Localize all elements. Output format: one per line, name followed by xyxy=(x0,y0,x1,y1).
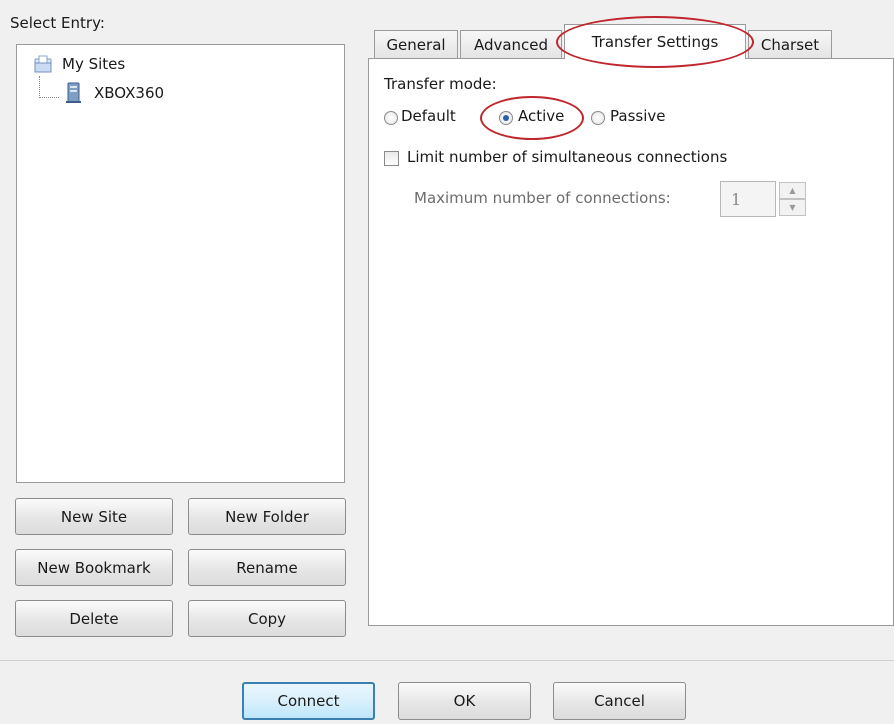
spin-down-icon[interactable]: ▼ xyxy=(779,199,806,216)
tab-charset[interactable]: Charset xyxy=(748,30,832,58)
transfer-settings-panel xyxy=(368,58,894,626)
limit-connections-label[interactable]: Limit number of simultaneous connections xyxy=(407,148,727,166)
radio-passive-label[interactable]: Passive xyxy=(610,107,665,125)
site-tree[interactable] xyxy=(16,44,345,483)
radio-default-label[interactable]: Default xyxy=(401,107,456,125)
max-connections-label: Maximum number of connections: xyxy=(414,189,671,207)
tree-connector xyxy=(39,97,59,98)
tree-item-xbox360[interactable]: XBOX360 xyxy=(94,84,164,102)
new-bookmark-button[interactable]: New Bookmark xyxy=(15,549,173,586)
spin-up-icon[interactable]: ▲ xyxy=(779,182,806,199)
tab-general[interactable]: General xyxy=(374,30,458,58)
rename-button[interactable]: Rename xyxy=(188,549,346,586)
server-icon xyxy=(63,82,85,104)
folder-icon xyxy=(33,55,55,77)
connect-button[interactable]: Connect xyxy=(242,682,375,720)
tree-connector xyxy=(39,76,40,98)
radio-default[interactable] xyxy=(384,111,398,125)
transfer-mode-label: Transfer mode: xyxy=(384,75,497,93)
tab-transfer-settings[interactable]: Transfer Settings xyxy=(564,24,746,59)
radio-active-label[interactable]: Active xyxy=(518,107,564,125)
radio-passive[interactable] xyxy=(591,111,605,125)
ok-button[interactable]: OK xyxy=(398,682,531,720)
cancel-button[interactable]: Cancel xyxy=(553,682,686,720)
new-folder-button[interactable]: New Folder xyxy=(188,498,346,535)
max-connections-input[interactable]: 1 xyxy=(720,181,776,217)
new-site-button[interactable]: New Site xyxy=(15,498,173,535)
footer-separator xyxy=(0,660,894,661)
tab-advanced[interactable]: Advanced xyxy=(460,30,562,58)
delete-button[interactable]: Delete xyxy=(15,600,173,637)
copy-button[interactable]: Copy xyxy=(188,600,346,637)
radio-active[interactable] xyxy=(499,111,513,125)
tree-item-my-sites[interactable]: My Sites xyxy=(62,55,125,73)
limit-connections-checkbox[interactable] xyxy=(384,151,399,166)
select-entry-label: Select Entry: xyxy=(10,14,105,32)
